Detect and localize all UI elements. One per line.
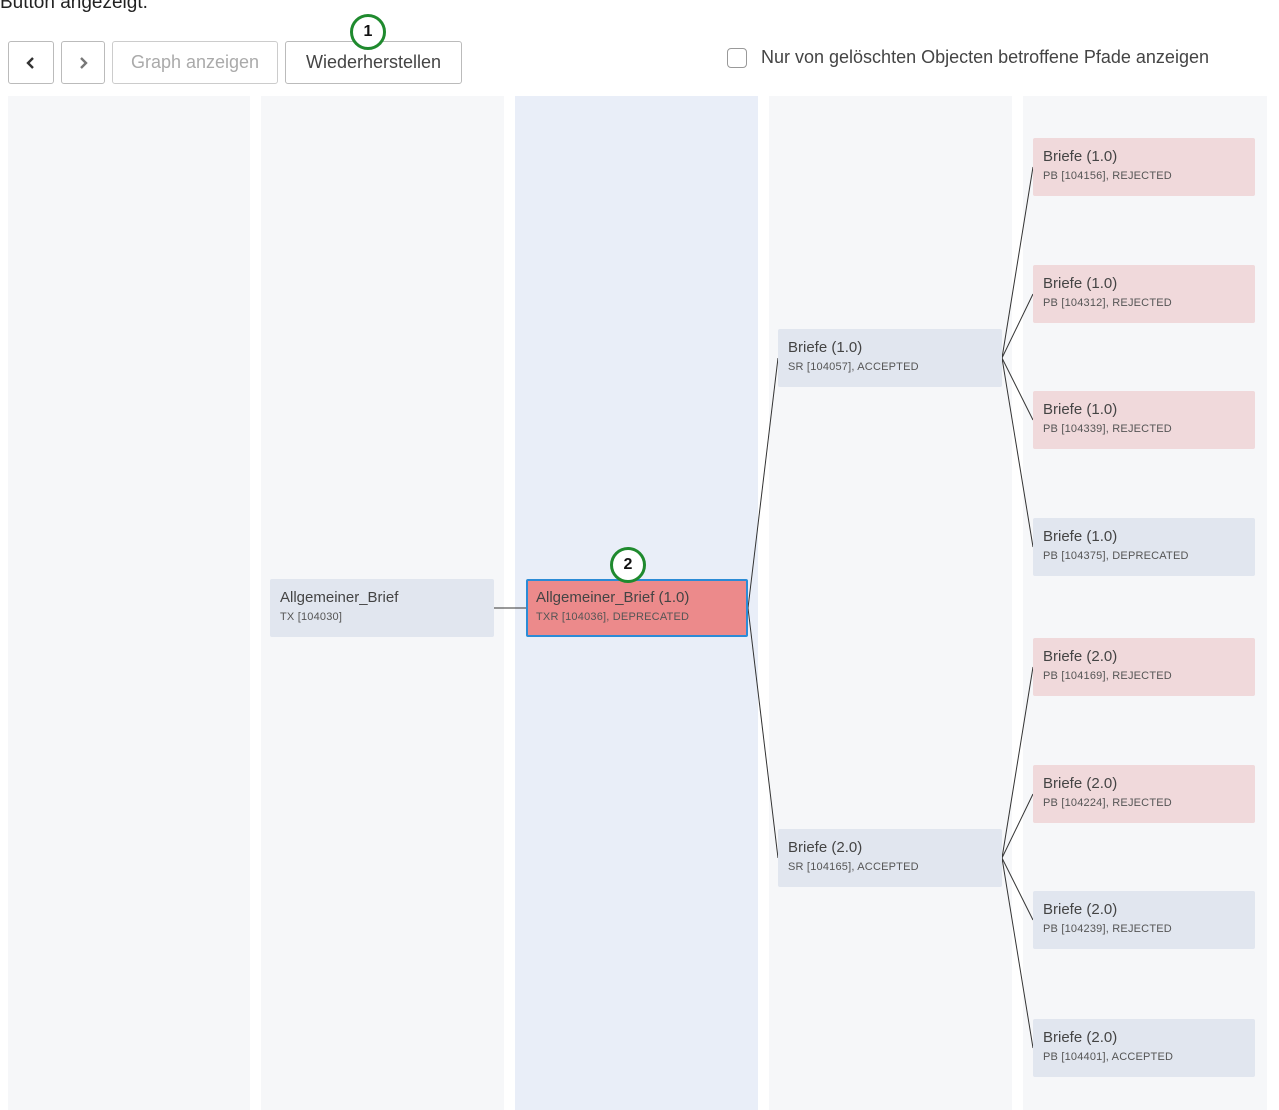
node-subtitle: PB [104339], REJECTED: [1043, 423, 1172, 435]
graph-node-pb[interactable]: Briefe (1.0) PB [104375], DEPRECATED: [1033, 518, 1255, 576]
node-title: Briefe (1.0): [788, 339, 863, 356]
node-title: Allgemeiner_Brief: [280, 589, 399, 606]
node-subtitle: SR [104165], ACCEPTED: [788, 861, 919, 873]
node-subtitle: PB [104156], REJECTED: [1043, 170, 1172, 182]
graph-node-pb[interactable]: Briefe (2.0) PB [104239], REJECTED: [1033, 891, 1255, 949]
graph-node-pb[interactable]: Briefe (1.0) PB [104339], REJECTED: [1033, 391, 1255, 449]
callout-marker-2: 2: [610, 547, 646, 583]
edge-sr1-pb2: [1001, 293, 1034, 359]
node-subtitle: PB [104312], REJECTED: [1043, 297, 1172, 309]
edge-txr-sr2: [747, 607, 779, 859]
callout-marker-1: 1: [350, 14, 386, 50]
node-title: Briefe (2.0): [1043, 901, 1118, 918]
node-title: Briefe (2.0): [1043, 648, 1118, 665]
node-title: Briefe (2.0): [1043, 775, 1118, 792]
node-title: Allgemeiner_Brief (1.0): [536, 589, 690, 606]
node-title: Briefe (1.0): [1043, 275, 1118, 292]
edge-sr2-pb6: [1001, 793, 1034, 859]
graph-node-pb[interactable]: Briefe (2.0) PB [104169], REJECTED: [1033, 638, 1255, 696]
graph-node-tx[interactable]: Allgemeiner_Brief TX [104030]: [270, 579, 494, 637]
node-subtitle: PB [104169], REJECTED: [1043, 670, 1172, 682]
graph-node-pb[interactable]: Briefe (2.0) PB [104401], ACCEPTED: [1033, 1019, 1255, 1077]
edge-txr-sr1: [747, 357, 779, 609]
edge-sr1-pb4: [1001, 357, 1034, 548]
node-subtitle: SR [104057], ACCEPTED: [788, 361, 919, 373]
node-subtitle: PB [104375], DEPRECATED: [1043, 550, 1189, 562]
node-subtitle: PB [104239], REJECTED: [1043, 923, 1172, 935]
node-subtitle: PB [104401], ACCEPTED: [1043, 1051, 1174, 1063]
node-title: Briefe (2.0): [788, 839, 863, 856]
node-subtitle: TXR [104036], DEPRECATED: [536, 611, 690, 623]
edge-sr1-pb1: [1001, 166, 1034, 359]
edge-sr2-pb5: [1001, 666, 1034, 859]
node-title: Briefe (1.0): [1043, 401, 1118, 418]
node-title: Briefe (1.0): [1043, 528, 1118, 545]
node-subtitle: TX [104030]: [280, 611, 343, 623]
graph-node-sr2[interactable]: Briefe (2.0) SR [104165], ACCEPTED: [778, 829, 1002, 887]
edge-sr2-pb8: [1001, 857, 1034, 1049]
graph-node-pb[interactable]: Briefe (2.0) PB [104224], REJECTED: [1033, 765, 1255, 823]
node-subtitle: PB [104224], REJECTED: [1043, 797, 1172, 809]
graph-node-pb[interactable]: Briefe (1.0) PB [104156], REJECTED: [1033, 138, 1255, 196]
graph-node-txr-selected[interactable]: Allgemeiner_Brief (1.0) TXR [104036], DE…: [526, 579, 748, 637]
graph-node-sr1[interactable]: Briefe (1.0) SR [104057], ACCEPTED: [778, 329, 1002, 387]
graph-node-pb[interactable]: Briefe (1.0) PB [104312], REJECTED: [1033, 265, 1255, 323]
node-title: Briefe (1.0): [1043, 148, 1118, 165]
node-title: Briefe (2.0): [1043, 1029, 1118, 1046]
